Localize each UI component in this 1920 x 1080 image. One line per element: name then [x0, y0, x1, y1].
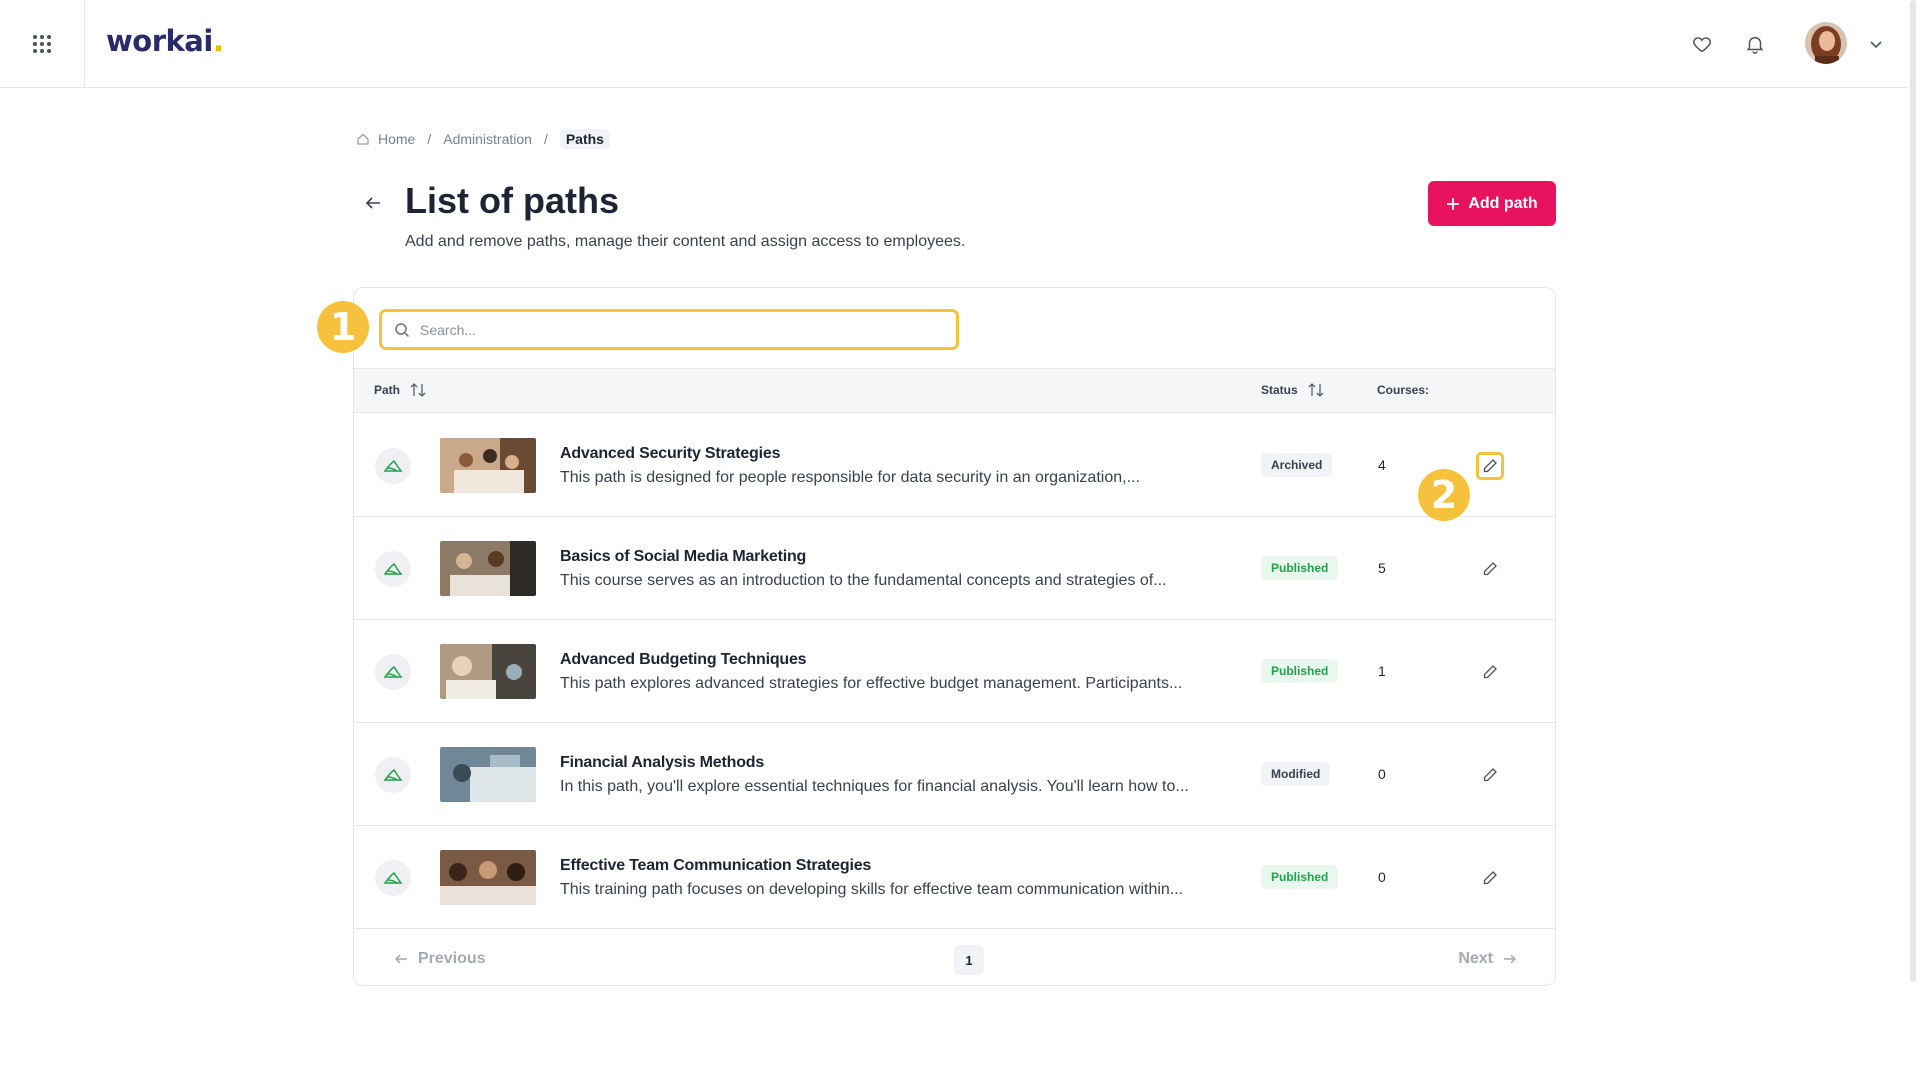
path-icon — [375, 757, 411, 793]
status-badge: Modified — [1261, 762, 1331, 786]
breadcrumb: Home / Administration / Paths — [356, 128, 610, 150]
next-button[interactable]: Next — [1458, 950, 1517, 968]
sort-icon[interactable] — [1308, 383, 1324, 397]
path-icon — [375, 448, 411, 484]
page-subtitle: Add and remove paths, manage their conte… — [405, 233, 966, 250]
page-scrollbar[interactable] — [1910, 0, 1916, 982]
courses-count: 0 — [1378, 869, 1386, 885]
arrow-left-icon — [394, 954, 407, 964]
path-icon — [375, 551, 411, 587]
edit-pencil-icon[interactable] — [1476, 658, 1504, 686]
table-row[interactable]: Basics of Social Media Marketing This co… — [354, 517, 1555, 620]
search-input[interactable] — [420, 321, 920, 338]
path-description: This course serves as an introduction to… — [560, 572, 1167, 589]
workai-logo[interactable]: workai. — [106, 24, 224, 58]
path-thumbnail — [440, 850, 536, 905]
table-header: Path Status Courses: — [354, 368, 1555, 413]
path-description: In this path, you'll explore essential t… — [560, 778, 1189, 795]
path-title: Effective Team Communication Strategies — [560, 857, 872, 874]
path-description: This path explores advanced strategies f… — [560, 675, 1183, 692]
bell-icon[interactable] — [1741, 30, 1769, 58]
status-badge: Published — [1261, 659, 1339, 683]
path-title: Advanced Security Strategies — [560, 445, 781, 462]
logo-dot: . — [212, 24, 224, 58]
breadcrumb-current: Paths — [559, 129, 610, 149]
path-icon — [375, 654, 411, 690]
path-thumbnail — [440, 747, 536, 802]
status-badge: Archived — [1261, 453, 1333, 477]
plus-icon — [1447, 197, 1460, 210]
column-status-label: Status — [1261, 383, 1298, 397]
paths-card: Path Status Courses: Advanced Security S… — [353, 287, 1556, 986]
edit-pencil-icon[interactable] — [1476, 452, 1504, 480]
breadcrumb-separator: / — [427, 131, 432, 147]
back-arrow-icon[interactable] — [360, 190, 386, 216]
status-badge: Published — [1261, 556, 1339, 580]
heart-icon[interactable] — [1688, 30, 1716, 58]
edit-pencil-icon[interactable] — [1476, 864, 1504, 892]
breadcrumb-home-label: Home — [378, 131, 416, 147]
path-title: Financial Analysis Methods — [560, 754, 765, 771]
breadcrumb-home[interactable]: Home — [356, 131, 415, 147]
top-bar: workai. — [0, 0, 1908, 88]
search-icon — [395, 322, 410, 337]
courses-count: 5 — [1378, 560, 1386, 576]
column-courses-label: Courses: — [1377, 383, 1430, 397]
path-thumbnail — [440, 644, 536, 699]
user-avatar[interactable] — [1805, 22, 1847, 64]
breadcrumb-administration[interactable]: Administration — [443, 131, 532, 147]
path-description: This path is designed for people respons… — [560, 469, 1140, 486]
path-description: This training path focuses on developing… — [560, 881, 1184, 898]
table-row[interactable]: Financial Analysis Methods In this path,… — [354, 723, 1555, 826]
step-marker-1: 1 — [317, 301, 369, 353]
column-path: Path — [374, 383, 426, 397]
table-row[interactable]: Advanced Budgeting Techniques This path … — [354, 620, 1555, 723]
path-icon — [375, 860, 411, 896]
apps-grid-icon[interactable] — [0, 0, 85, 88]
breadcrumb-separator: / — [543, 131, 548, 147]
sort-icon[interactable] — [410, 383, 426, 397]
path-title: Basics of Social Media Marketing — [560, 548, 807, 565]
chevron-down-icon[interactable] — [1866, 34, 1886, 54]
search-field[interactable] — [379, 309, 959, 350]
path-thumbnail — [440, 541, 536, 596]
table-row[interactable]: Effective Team Communication Strategies … — [354, 826, 1555, 929]
table-row[interactable]: Advanced Security Strategies This path i… — [354, 414, 1555, 517]
edit-pencil-icon[interactable] — [1476, 555, 1504, 583]
path-thumbnail — [440, 438, 536, 493]
column-status: Status — [1261, 383, 1324, 397]
status-badge: Published — [1261, 865, 1339, 889]
home-icon — [357, 133, 369, 145]
step-marker-2: 2 — [1418, 469, 1470, 521]
logo-text: workai — [106, 24, 213, 58]
courses-count: 0 — [1378, 766, 1386, 782]
path-title: Advanced Budgeting Techniques — [560, 651, 807, 668]
page-title: List of paths — [405, 180, 619, 221]
column-path-label: Path — [374, 383, 401, 397]
add-path-button[interactable]: Add path — [1428, 181, 1556, 226]
previous-button[interactable]: Previous — [394, 950, 486, 968]
next-label: Next — [1458, 950, 1493, 967]
arrow-right-icon — [1504, 954, 1517, 964]
courses-count: 4 — [1378, 457, 1386, 473]
pagination: Previous 1 Next — [354, 931, 1555, 985]
edit-pencil-icon[interactable] — [1476, 761, 1504, 789]
add-path-label: Add path — [1468, 194, 1538, 212]
courses-count: 1 — [1378, 663, 1386, 679]
column-courses: Courses: — [1377, 383, 1429, 397]
previous-label: Previous — [418, 950, 486, 967]
page-number[interactable]: 1 — [954, 945, 984, 975]
